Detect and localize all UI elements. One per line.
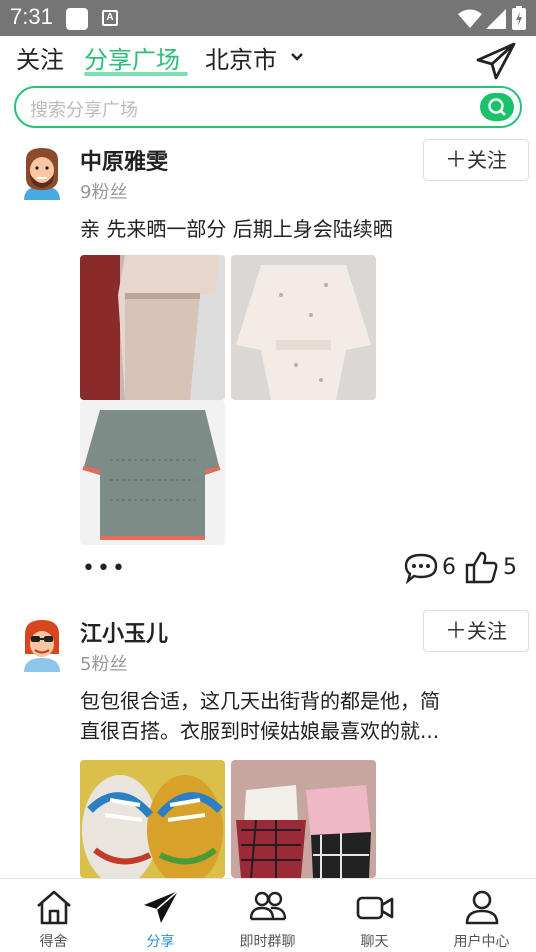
comment-icon[interactable] bbox=[404, 552, 438, 584]
avatar[interactable] bbox=[20, 146, 64, 200]
nav-item-share[interactable]: 分享 bbox=[107, 879, 214, 952]
username[interactable]: 江小玉儿 bbox=[80, 616, 168, 648]
fans-count: 9粉丝 bbox=[80, 182, 128, 203]
nav-label: 分享 bbox=[146, 934, 175, 950]
wifi-icon bbox=[458, 9, 482, 28]
post-photo[interactable] bbox=[80, 400, 225, 545]
post-photo[interactable] bbox=[231, 760, 376, 878]
signal-icon bbox=[486, 9, 506, 29]
send-icon bbox=[144, 890, 179, 923]
group-icon bbox=[249, 891, 287, 921]
app-notification-icon: A bbox=[102, 10, 118, 26]
post-text: 亲 先来晒一部分 后期上身会陆续晒 bbox=[80, 217, 393, 241]
home-icon bbox=[37, 890, 71, 925]
notification-icon bbox=[66, 8, 88, 30]
post-text: 包包很合适，这几天出街背的都是他，简 直很百搭。衣服到时候姑娘最喜欢的就... bbox=[80, 686, 510, 746]
follow-button[interactable]: ＋关注 bbox=[423, 139, 529, 181]
nav-label: 即时群聊 bbox=[239, 934, 296, 950]
avatar[interactable] bbox=[20, 618, 64, 672]
city-selector[interactable]: 北京市 bbox=[205, 44, 277, 76]
nav-item-group-chat[interactable]: 即时群聊 bbox=[214, 879, 321, 952]
active-tab-indicator bbox=[84, 72, 188, 76]
fans-count: 5粉丝 bbox=[80, 654, 128, 675]
like-icon[interactable] bbox=[464, 550, 498, 584]
post-text-line: 包包很合适，这几天出街背的都是他，简 bbox=[80, 689, 440, 713]
user-icon bbox=[465, 890, 499, 925]
search-icon bbox=[488, 98, 506, 116]
nav-label: 聊天 bbox=[360, 934, 389, 950]
nav-item-user-center[interactable]: 用户中心 bbox=[428, 879, 535, 952]
send-icon[interactable] bbox=[474, 40, 518, 80]
nav-label: 得舍 bbox=[39, 934, 68, 950]
plus-icon: ＋ bbox=[444, 619, 467, 644]
post-photo[interactable] bbox=[231, 255, 376, 400]
comment-count: 6 bbox=[442, 555, 456, 580]
chevron-down-icon[interactable] bbox=[290, 52, 304, 62]
nav-item-chat[interactable]: 聊天 bbox=[321, 879, 428, 952]
nav-item-home[interactable]: 得舍 bbox=[0, 879, 107, 952]
search-bar[interactable]: 搜索分享广场 bbox=[14, 86, 522, 128]
plus-icon: ＋ bbox=[444, 148, 467, 173]
username[interactable]: 中原雅雯 bbox=[80, 144, 168, 176]
post-photo[interactable] bbox=[80, 760, 225, 878]
status-time: 7:31 bbox=[10, 4, 53, 29]
search-input[interactable]: 搜索分享广场 bbox=[30, 96, 138, 122]
nav-label: 用户中心 bbox=[453, 934, 510, 950]
bottom-nav: 得舍 分享 即时群聊 聊天 用户中心 bbox=[0, 878, 536, 952]
follow-button[interactable]: ＋关注 bbox=[423, 610, 529, 652]
more-options[interactable]: ••• bbox=[82, 556, 127, 581]
battery-icon bbox=[512, 6, 526, 30]
video-icon bbox=[356, 896, 394, 920]
post-photo[interactable] bbox=[80, 255, 225, 400]
follow-label: 关注 bbox=[467, 619, 507, 643]
search-button[interactable] bbox=[480, 93, 514, 121]
status-bar: 7:31 A bbox=[0, 0, 536, 36]
like-count: 5 bbox=[503, 555, 517, 580]
tab-follow[interactable]: 关注 bbox=[16, 44, 64, 76]
post-text-line: 直很百搭。衣服到时候姑娘最喜欢的就... bbox=[80, 719, 440, 743]
follow-label: 关注 bbox=[467, 148, 507, 172]
